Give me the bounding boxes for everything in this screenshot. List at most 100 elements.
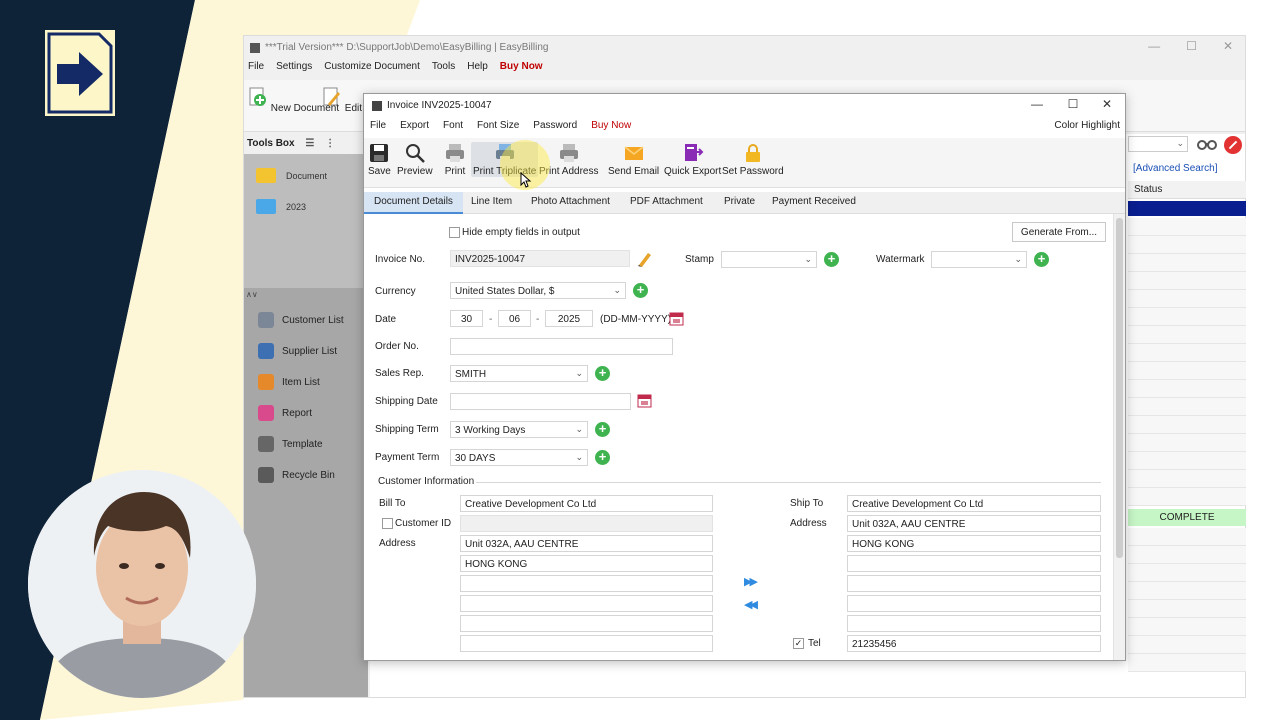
sidebar-item-recycle-bin[interactable]: Recycle Bin <box>258 467 335 483</box>
bg-menu-help[interactable]: Help <box>467 61 488 72</box>
table-row[interactable] <box>1128 326 1246 344</box>
order-no-field[interactable] <box>450 338 673 355</box>
shipping-term-dropdown[interactable]: 3 Working Days ⌄ <box>450 421 588 438</box>
bg-menu-settings[interactable]: Settings <box>276 61 312 72</box>
table-row[interactable] <box>1128 398 1246 416</box>
tel-checkbox[interactable]: ✓ <box>793 638 804 649</box>
table-row[interactable] <box>1128 416 1246 434</box>
bg-menu-buy-now[interactable]: Buy Now <box>500 61 543 72</box>
menu-font[interactable]: Font <box>443 120 463 131</box>
maximize-icon[interactable]: ☐ <box>1186 39 1197 53</box>
customer-id-field[interactable] <box>460 515 713 532</box>
table-row[interactable] <box>1128 272 1246 290</box>
copy-right-icon[interactable]: ▶▶ <box>744 575 758 588</box>
sidebar-item-customer-list[interactable]: Customer List <box>258 312 344 328</box>
status-column-header[interactable]: Status <box>1128 181 1246 199</box>
binoculars-icon[interactable] <box>1197 136 1217 152</box>
menu-password[interactable]: Password <box>533 120 577 131</box>
stamp-dropdown[interactable]: ⌄ <box>721 251 817 268</box>
ship-address-line-3[interactable] <box>847 555 1101 572</box>
folder-2023[interactable]: 2023 <box>256 199 306 214</box>
watermark-dropdown[interactable]: ⌄ <box>931 251 1027 268</box>
add-stamp-icon[interactable]: + <box>824 252 839 267</box>
bill-address-line-1[interactable]: Unit 032A, AAU CENTRE <box>460 535 713 552</box>
bill-address-line-4[interactable] <box>460 595 713 612</box>
payment-term-dropdown[interactable]: 30 DAYS ⌄ <box>450 449 588 466</box>
ship-address-line-2[interactable]: HONG KONG <box>847 535 1101 552</box>
sidebar-item-supplier-list[interactable]: Supplier List <box>258 343 337 359</box>
minimize-icon[interactable]: — <box>1148 39 1160 53</box>
add-watermark-icon[interactable]: + <box>1034 252 1049 267</box>
save-button[interactable]: Save <box>368 142 391 177</box>
date-day-field[interactable]: 30 <box>450 310 483 327</box>
close-icon[interactable]: ✕ <box>1223 39 1233 53</box>
selected-row[interactable] <box>1128 201 1246 216</box>
table-row[interactable] <box>1128 290 1246 308</box>
customer-id-checkbox[interactable] <box>382 518 393 529</box>
calendar-icon[interactable] <box>637 393 652 408</box>
advanced-search-link[interactable]: [Advanced Search] <box>1133 163 1218 174</box>
ship-to-field[interactable]: Creative Development Co Ltd <box>847 495 1101 512</box>
table-row[interactable] <box>1128 380 1246 398</box>
ship-address-line-4[interactable] <box>847 575 1101 592</box>
table-row[interactable] <box>1128 236 1246 254</box>
table-row[interactable] <box>1128 254 1246 272</box>
sales-rep-dropdown[interactable]: SMITH ⌄ <box>450 365 588 382</box>
table-row[interactable] <box>1128 564 1246 582</box>
ship-address-line-5[interactable] <box>847 595 1101 612</box>
add-sales-rep-icon[interactable]: + <box>595 366 610 381</box>
ship-address-line-6[interactable] <box>847 615 1101 632</box>
scrollbar-thumb[interactable] <box>1116 218 1123 558</box>
menu-buy-now[interactable]: Buy Now <box>591 120 631 131</box>
quick-export-button[interactable]: Quick Export <box>664 142 721 177</box>
tel-field[interactable]: 21235456 <box>847 635 1101 652</box>
add-payment-term-icon[interactable]: + <box>595 450 610 465</box>
bill-address-line-5[interactable] <box>460 615 713 632</box>
ship-address-line-1[interactable]: Unit 032A, AAU CENTRE <box>847 515 1101 532</box>
table-row[interactable] <box>1128 636 1246 654</box>
table-row[interactable] <box>1128 470 1246 488</box>
tab-line-item[interactable]: Line Item <box>471 196 512 207</box>
set-password-button[interactable]: Set Password <box>722 142 784 177</box>
color-highlight-menu[interactable]: Color Highlight <box>1054 120 1120 131</box>
hide-empty-checkbox[interactable] <box>449 227 460 238</box>
table-row[interactable] <box>1128 618 1246 636</box>
send-email-button[interactable]: Send Email <box>608 142 659 177</box>
menu-export[interactable]: Export <box>400 120 429 131</box>
date-month-field[interactable]: 06 <box>498 310 531 327</box>
bill-address-line-2[interactable]: HONG KONG <box>460 555 713 572</box>
tab-document-details[interactable]: Document Details <box>364 192 463 214</box>
table-row[interactable] <box>1128 344 1246 362</box>
table-row[interactable] <box>1128 218 1246 236</box>
table-row[interactable] <box>1128 546 1246 564</box>
table-row[interactable] <box>1128 488 1246 506</box>
list-view-icon[interactable]: ☰ <box>305 138 314 149</box>
table-row[interactable] <box>1128 528 1246 546</box>
bg-menu-customize[interactable]: Customize Document <box>324 61 420 72</box>
bg-menu-tools[interactable]: Tools <box>432 61 455 72</box>
close-icon[interactable]: ✕ <box>1097 97 1117 111</box>
table-row[interactable] <box>1128 362 1246 380</box>
currency-dropdown[interactable]: United States Dollar, $ ⌄ <box>450 282 626 299</box>
tab-pdf-attachment[interactable]: PDF Attachment <box>630 196 703 207</box>
add-currency-icon[interactable]: + <box>633 283 648 298</box>
add-shipping-term-icon[interactable]: + <box>595 422 610 437</box>
table-row[interactable] <box>1128 308 1246 326</box>
table-row[interactable] <box>1128 582 1246 600</box>
bg-menu-file[interactable]: File <box>248 61 264 72</box>
calendar-icon[interactable] <box>669 311 684 326</box>
shipping-date-field[interactable] <box>450 393 631 410</box>
sidebar-item-report[interactable]: Report <box>258 405 312 421</box>
preview-button[interactable]: Preview <box>397 142 433 177</box>
bg-search-dropdown[interactable]: ⌄ <box>1128 136 1188 152</box>
dialog-scrollbar[interactable] <box>1113 214 1125 660</box>
generate-from-button[interactable]: Generate From... <box>1012 222 1106 242</box>
sidebar-item-template[interactable]: Template <box>258 436 323 452</box>
date-year-field[interactable]: 2025 <box>545 310 593 327</box>
table-row[interactable] <box>1128 654 1246 672</box>
collapse-icon[interactable]: ∧∨ <box>246 290 258 299</box>
print-button[interactable]: Print <box>444 142 466 177</box>
table-row[interactable] <box>1128 452 1246 470</box>
maximize-icon[interactable]: ☐ <box>1063 97 1083 111</box>
sidebar-item-item-list[interactable]: Item List <box>258 374 320 390</box>
